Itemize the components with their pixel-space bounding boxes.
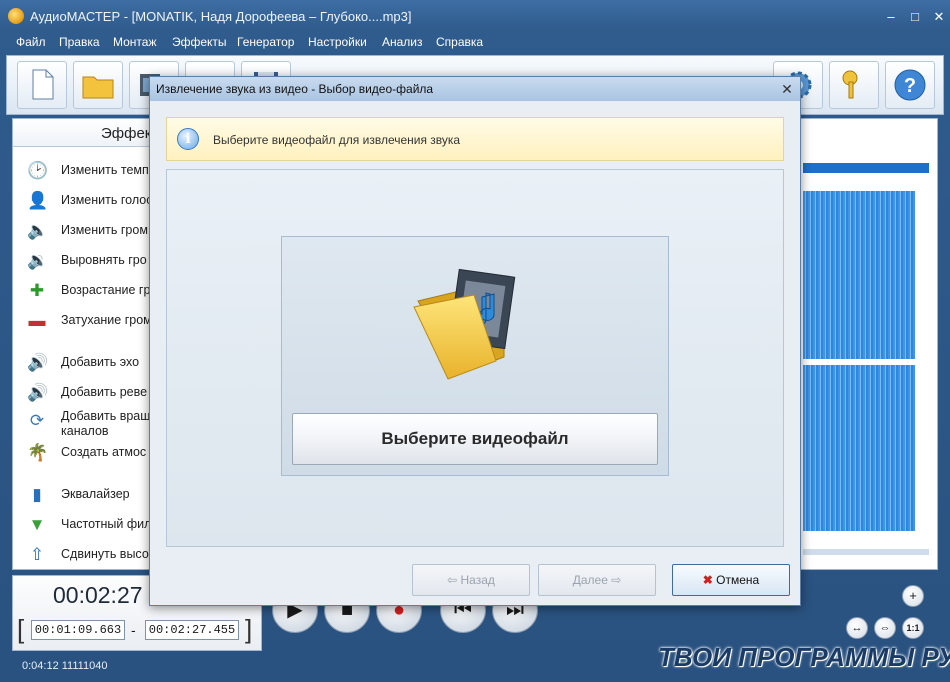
selection-start-field[interactable]: 00:01:09.663 <box>31 620 125 640</box>
title-bar: АудиоМАСТЕР - [MONATIK, Надя Дорофеева –… <box>0 0 950 32</box>
selection-end-field[interactable]: 00:02:27.455 <box>145 620 239 640</box>
cancel-label: Отмена <box>716 573 760 587</box>
voice-icon: 👤 <box>27 191 49 210</box>
dialog-close-button[interactable]: ✕ <box>778 80 796 98</box>
effect-label: Добавить реве <box>61 385 148 399</box>
menu-effects[interactable]: Эффекты <box>172 35 227 49</box>
zoom-selection-icon: ⇔ <box>879 622 891 634</box>
file-select-box: Выберите видеофайл <box>281 236 669 476</box>
back-label: Назад <box>460 573 495 587</box>
close-button[interactable]: ✕ <box>928 9 950 25</box>
time-separator: - <box>131 622 136 638</box>
pitch-shift-icon: ⇧ <box>29 545 45 564</box>
effect-label: Выровнять гро <box>61 253 147 267</box>
menu-montage[interactable]: Монтаж <box>113 35 157 49</box>
folder-icon <box>82 76 114 99</box>
effect-label: Сдвинуть высо <box>61 547 149 561</box>
minimize-button[interactable]: – <box>880 9 902 25</box>
new-file-icon <box>32 69 54 100</box>
help-icon: ? <box>894 69 926 101</box>
zoom-in-button[interactable]: + <box>902 585 924 607</box>
tab-effects-label: Эффек <box>101 125 152 142</box>
effect-label: Создать атмос <box>61 445 147 459</box>
menu-file[interactable]: Файл <box>16 35 46 49</box>
extract-audio-dialog: Извлечение звука из видео - Выбор видео-… <box>149 76 801 606</box>
zoom-selection-button[interactable]: ⇔ <box>874 617 896 639</box>
effect-label-line2: каналов <box>61 424 109 438</box>
dialog-title: Извлечение звука из видео - Выбор видео-… <box>156 82 434 96</box>
menu-analysis[interactable]: Анализ <box>382 35 423 49</box>
fade-out-icon: ▬ <box>28 311 46 330</box>
menu-edit[interactable]: Правка <box>59 35 100 49</box>
bracket-left: [ <box>17 614 25 644</box>
volume-icon: 🔈 <box>27 221 49 240</box>
clock-icon: 🕑 <box>27 161 49 180</box>
horizontal-scroll[interactable] <box>803 549 929 555</box>
main-window: АудиоМАСТЕР - [MONATIK, Надя Дорофеева –… <box>0 0 950 682</box>
info-text: Выберите видеофайл для извлечения звука <box>213 133 461 147</box>
fit-width-icon: ↔ <box>851 622 863 634</box>
waveform-panel[interactable] <box>798 118 938 570</box>
info-icon: i <box>177 128 199 150</box>
maximize-button[interactable]: □ <box>904 9 926 25</box>
effect-label: Эквалайзер <box>61 487 130 501</box>
effect-label: Добавить враш <box>61 409 151 423</box>
open-file-button[interactable] <box>73 61 123 109</box>
position-bar[interactable] <box>803 163 929 173</box>
bracket-right: ] <box>245 614 253 644</box>
atmosphere-icon: 🌴 <box>27 443 49 462</box>
new-file-button[interactable] <box>17 61 67 109</box>
effect-label: Частотный фил <box>61 517 152 531</box>
reverb-icon: 🔊 <box>27 383 49 402</box>
effect-label: Изменить голос <box>61 193 153 207</box>
effect-label: Добавить эхо <box>61 355 140 369</box>
next-button: Далее ⇨ <box>538 564 656 596</box>
filter-icon: ▼ <box>28 515 46 534</box>
activation-button[interactable] <box>829 61 879 109</box>
menu-settings[interactable]: Настройки <box>308 35 367 49</box>
cancel-icon: ✖ <box>702 573 717 587</box>
svg-text:?: ? <box>904 75 916 97</box>
fade-in-icon: ✚ <box>29 281 45 300</box>
select-video-button[interactable]: Выберите видеофайл <box>292 413 658 465</box>
effect-label: Изменить темп <box>61 163 149 177</box>
back-button: ⇦ Назад <box>412 564 530 596</box>
arrow-left-icon: ⇦ <box>447 573 461 587</box>
current-time: 00:02:27 <box>53 582 143 608</box>
waveform-left-channel[interactable] <box>803 191 915 359</box>
menu-bar: Файл Правка Монтаж Эффекты Генератор Нас… <box>6 33 944 53</box>
info-banner: i Выберите видеофайл для извлечения звук… <box>166 117 784 161</box>
equalizer-icon: ▮ <box>32 485 42 504</box>
watermark: ТВОИ ПРОГРАММЫ РУ <box>658 642 950 672</box>
status-text: 0:04:12 11111040 <box>22 660 108 672</box>
arrow-right-icon: ⇨ <box>607 573 622 587</box>
echo-icon: 🔊 <box>27 353 49 372</box>
effect-label: Возрастание гр <box>61 283 151 297</box>
rotate-channels-icon: ⟳ <box>29 411 45 430</box>
window-title: АудиоМАСТЕР - [MONATIK, Надя Дорофеева –… <box>30 9 412 24</box>
help-button[interactable]: ? <box>885 61 935 109</box>
menu-generator[interactable]: Генератор <box>237 35 294 49</box>
key-icon <box>842 70 858 99</box>
menu-help[interactable]: Справка <box>436 35 483 49</box>
normalize-icon: 🔉 <box>27 251 49 270</box>
dialog-title-bar: Извлечение звука из видео - Выбор видео-… <box>150 77 800 101</box>
app-icon <box>8 8 24 24</box>
dialog-content: Выберите видеофайл <box>166 169 784 547</box>
next-label: Далее <box>572 573 608 587</box>
waveform-right-channel[interactable] <box>803 365 915 531</box>
video-folder-icon <box>413 268 516 380</box>
effect-label: Затухание гром <box>61 313 152 327</box>
zoom-width-button[interactable]: ↔ <box>846 617 868 639</box>
zoom-1to1-button[interactable]: 1:1 <box>902 617 924 639</box>
effect-label: Изменить гром <box>61 223 148 237</box>
cancel-button[interactable]: ✖ Отмена <box>672 564 790 596</box>
